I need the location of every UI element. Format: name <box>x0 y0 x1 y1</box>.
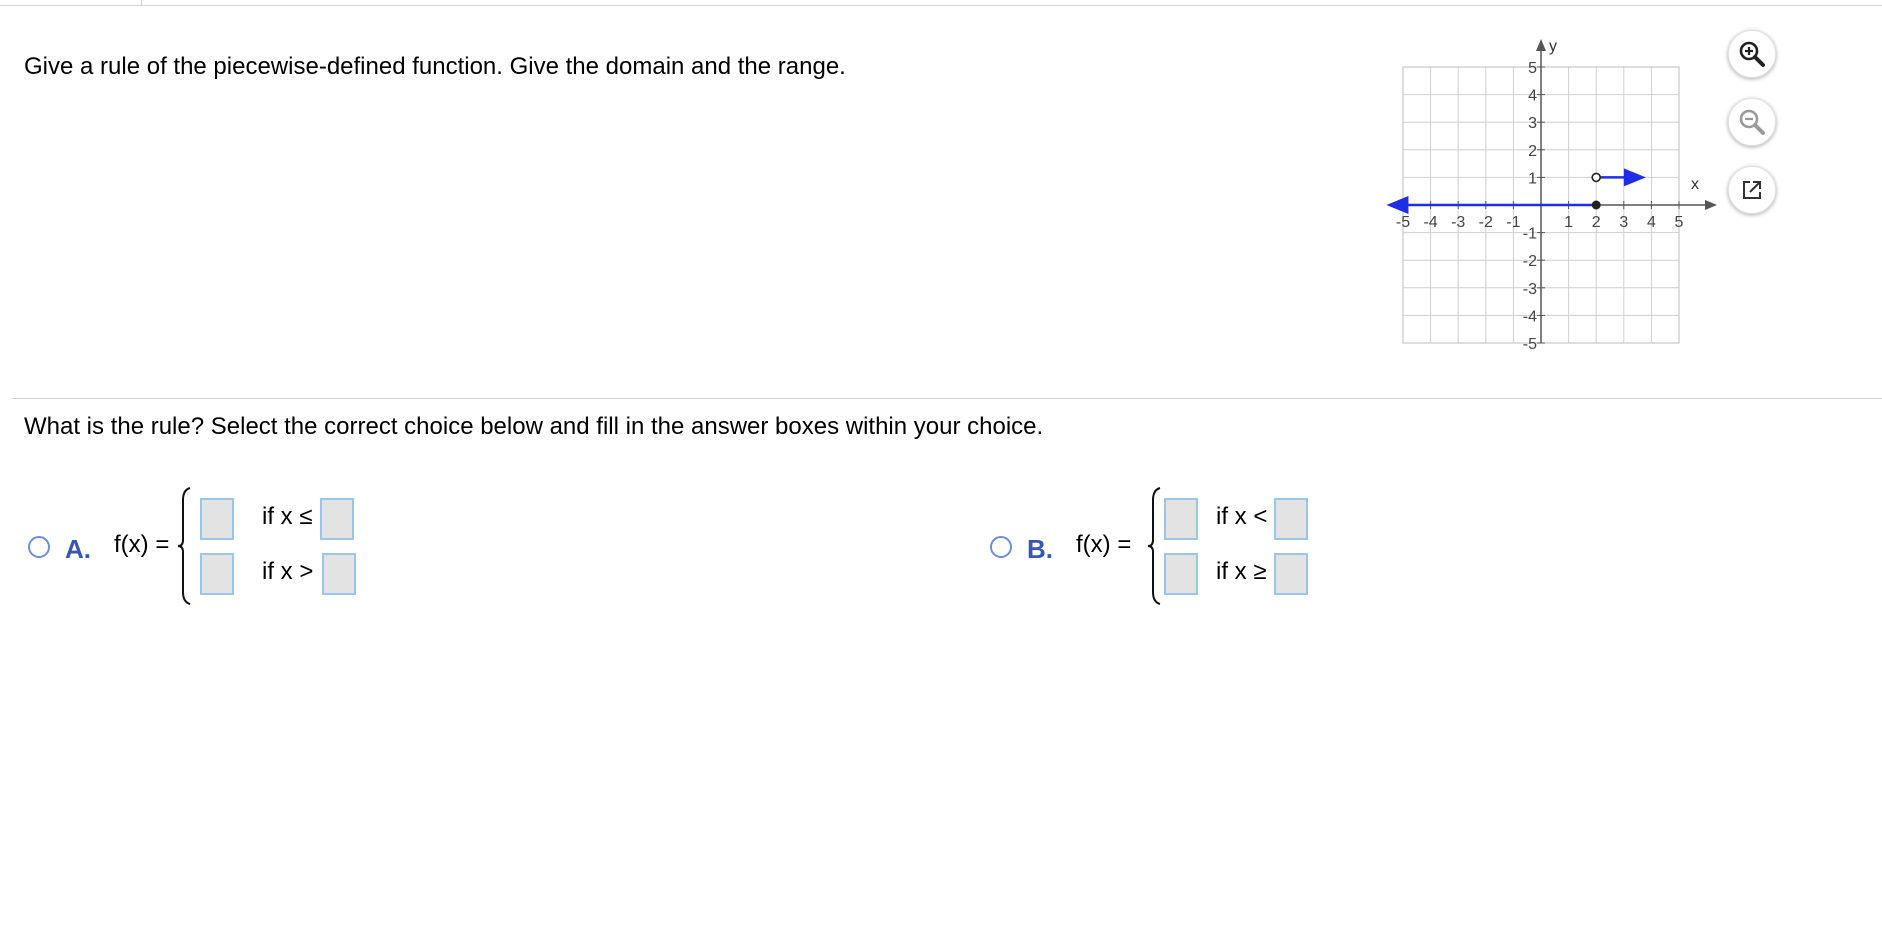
choice-b[interactable]: B. f(x) = if x < if x ≥ <box>990 486 1330 606</box>
choice-a-letter: A. <box>65 534 91 564</box>
piece-1-left-arrow <box>1386 196 1409 214</box>
choice-a-expr-2-input[interactable] <box>200 553 234 595</box>
x-tick-label: -1 <box>1506 214 1520 231</box>
x-tick-label: 1 <box>1564 214 1573 231</box>
x-axis-label: x <box>1691 176 1699 193</box>
choice-a-condition-1: if x ≤ <box>262 503 313 530</box>
piece-2-open-dot <box>1591 172 1601 183</box>
y-tick-label: 1 <box>1528 170 1537 187</box>
graph-axes: xy <box>1403 38 1717 343</box>
zoom-out-icon <box>1739 109 1765 135</box>
piece-1-closed-dot <box>1591 200 1601 210</box>
y-tick-label: -2 <box>1523 253 1537 270</box>
choice-a-brace <box>177 487 191 605</box>
top-divider <box>0 5 1882 6</box>
choice-b-radio[interactable] <box>990 536 1012 558</box>
x-tick-label: -3 <box>1451 214 1465 231</box>
choice-b-condition-2: if x ≥ <box>1216 558 1267 585</box>
y-tick-label: 2 <box>1528 143 1537 160</box>
zoom-out-button[interactable] <box>1728 98 1776 146</box>
choice-a-bound-2-input[interactable] <box>322 553 356 595</box>
y-axis-label: y <box>1549 38 1557 55</box>
x-tick-label: 3 <box>1619 214 1628 231</box>
choice-b-condition-1: if x < <box>1216 503 1268 530</box>
choice-a-radio[interactable] <box>28 536 50 558</box>
y-tick-label: 5 <box>1528 60 1537 77</box>
x-tick-label: -5 <box>1396 214 1410 231</box>
question-page: Give a rule of the piecewise-defined fun… <box>0 0 1882 930</box>
choice-b-letter: B. <box>1027 534 1053 564</box>
choice-b-expr-2-input[interactable] <box>1164 553 1198 595</box>
choice-b-bound-1-input[interactable] <box>1274 498 1308 540</box>
y-tick-label: -4 <box>1523 308 1537 325</box>
choice-a[interactable]: A. f(x) = if x ≤ if x > <box>28 486 368 606</box>
choice-b-function-label: f(x) = <box>1076 531 1132 558</box>
graph-ticks: -5 -4 -3 -2 -1 1 2 3 4 5 5 4 3 2 1 -1 -2 -3 -4 -5 <box>1396 60 1684 353</box>
section-divider <box>12 398 1882 399</box>
y-tick-label: -5 <box>1523 336 1537 353</box>
y-tick-label: 3 <box>1528 115 1537 132</box>
x-axis-arrow <box>1705 200 1717 210</box>
choice-b-expr-1-input[interactable] <box>1164 498 1198 540</box>
choice-a-bound-1-input[interactable] <box>320 498 354 540</box>
x-tick-label: -4 <box>1423 214 1437 231</box>
popout-button[interactable] <box>1728 166 1776 214</box>
y-axis-arrow <box>1536 39 1546 51</box>
x-tick-label: -2 <box>1479 214 1493 231</box>
function-graph: xy -5 -4 -3 -2 -1 1 2 3 4 554321-1-2-3-4-5 <box>1386 38 1717 353</box>
x-tick-label: 4 <box>1647 214 1656 231</box>
choice-a-expr-1-input[interactable] <box>200 498 234 540</box>
choice-a-function-label: f(x) = <box>114 531 170 558</box>
graph-curves <box>1386 168 1646 214</box>
choice-a-condition-2: if x > <box>262 558 314 585</box>
popout-icon <box>1743 181 1761 199</box>
zoom-in-button[interactable] <box>1728 30 1776 78</box>
piece-2-right-arrow <box>1623 168 1646 187</box>
x-tick-label: 2 <box>1592 214 1601 231</box>
y-tick-label: 4 <box>1528 88 1537 105</box>
question-text: Give a rule of the piecewise-defined fun… <box>24 53 846 80</box>
choice-b-bound-2-input[interactable] <box>1274 553 1308 595</box>
top-divider-notch <box>141 0 142 5</box>
y-tick-label: -3 <box>1523 281 1537 298</box>
x-tick-label: 5 <box>1675 214 1684 231</box>
zoom-in-icon <box>1739 41 1765 67</box>
y-tick-label: -1 <box>1523 226 1537 243</box>
prompt-text: What is the rule? Select the correct cho… <box>24 413 1044 440</box>
